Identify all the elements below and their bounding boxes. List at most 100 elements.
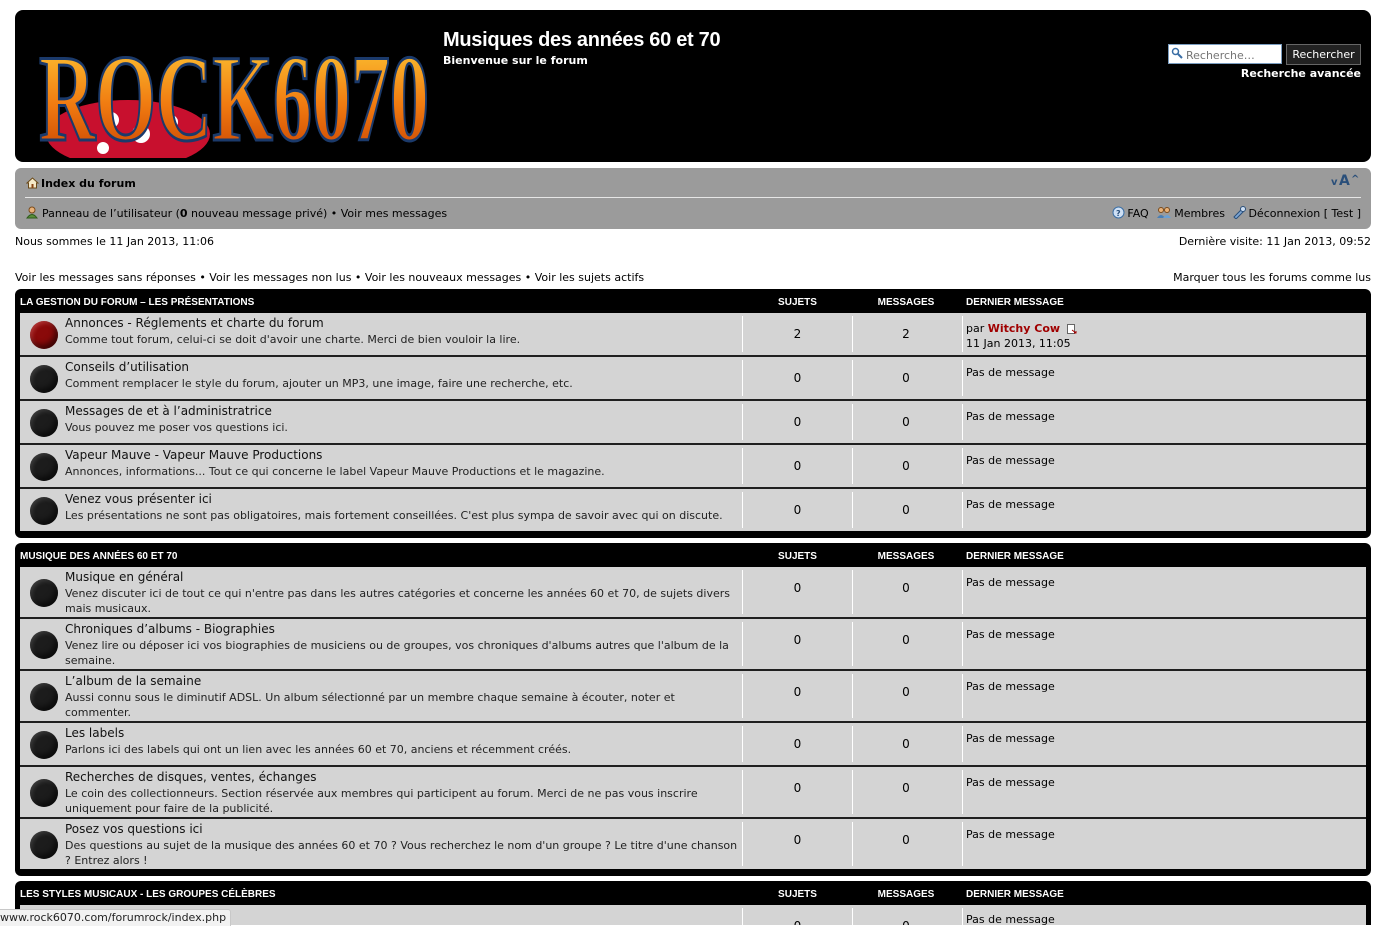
column-divider bbox=[742, 822, 743, 866]
forum-title[interactable]: Annonces - Réglements et charte du forum bbox=[65, 316, 324, 330]
svg-text:?: ? bbox=[1116, 209, 1121, 218]
search-button[interactable]: Rechercher bbox=[1286, 44, 1361, 65]
topic-count: 0 bbox=[765, 919, 830, 925]
column-divider bbox=[852, 908, 853, 925]
faq-icon: ? bbox=[1112, 206, 1125, 219]
forum-description: Aussi connu sous le diminutif ADSL. Un a… bbox=[65, 691, 675, 719]
forum-description: Venez discuter ici de tout ce qui n'entr… bbox=[65, 587, 731, 615]
column-divider bbox=[962, 674, 963, 718]
view-latest-post-icon[interactable] bbox=[1066, 324, 1077, 334]
search-input[interactable] bbox=[1168, 44, 1282, 64]
col-topics-header: SUJETS bbox=[778, 297, 817, 308]
forum-description: Venez lire ou déposer ici vos biographie… bbox=[65, 639, 729, 667]
forum-description: Vous pouvez me poser vos questions ici. bbox=[65, 421, 288, 434]
forum-row: L’album de la semaine Aussi connu sous l… bbox=[20, 671, 1366, 723]
last-post: Pas de message bbox=[966, 776, 1055, 789]
forum-list: Annonces - Réglements et charte du forum… bbox=[20, 313, 1366, 531]
forum-read-icon bbox=[30, 731, 58, 759]
post-count: 2 bbox=[902, 327, 910, 341]
post-count: 0 bbox=[902, 371, 910, 385]
topic-count: 0 bbox=[793, 633, 802, 647]
forum-title[interactable]: Venez vous présenter ici bbox=[65, 492, 212, 506]
forum-read-icon bbox=[30, 365, 58, 393]
user-panel-link[interactable]: Panneau de l’utilisateur ( bbox=[42, 207, 180, 220]
post-count: 0 bbox=[902, 415, 910, 429]
column-divider bbox=[852, 448, 853, 484]
col-last-header: DERNIER MESSAGE bbox=[966, 297, 1064, 308]
column-divider bbox=[852, 770, 853, 814]
topic-count: 0 bbox=[793, 371, 802, 385]
forum-description: Les présentations ne sont pas obligatoir… bbox=[65, 509, 723, 522]
post-count: 0 bbox=[902, 781, 910, 795]
logout-link[interactable]: Déconnexion [ Test ] bbox=[1248, 207, 1361, 220]
topic-count: 0 bbox=[793, 503, 802, 517]
forum-title[interactable]: Posez vos questions ici bbox=[65, 822, 203, 836]
forum-read-icon bbox=[30, 683, 58, 711]
pm-count: 0 bbox=[179, 207, 188, 220]
site-logo[interactable]: ROCK6070 bbox=[33, 22, 433, 158]
last-post: par Witchy Cow 11 Jan 2013, 11:05 bbox=[966, 321, 1079, 351]
members-icon bbox=[1157, 207, 1172, 218]
faq-link[interactable]: FAQ bbox=[1127, 207, 1148, 220]
forum-description: Le coin des collectionneurs. Section rés… bbox=[65, 787, 698, 815]
post-count: 0 bbox=[875, 919, 937, 925]
column-divider bbox=[852, 404, 853, 440]
search-links[interactable]: Voir les messages sans réponses • Voir l… bbox=[15, 271, 644, 284]
last-post: Pas de message bbox=[966, 410, 1055, 423]
last-post-by: par bbox=[966, 322, 988, 335]
user-panel-icon bbox=[26, 206, 38, 219]
forum-index-link[interactable]: Index du forum bbox=[41, 177, 136, 190]
category-title[interactable]: LA GESTION DU FORUM – LES PRÉSENTATIONS bbox=[20, 297, 254, 308]
forum-title[interactable]: Chroniques d’albums - Biographies bbox=[65, 622, 275, 636]
last-post: Pas de message bbox=[966, 366, 1055, 379]
last-post: Pas de message bbox=[966, 454, 1055, 467]
column-divider bbox=[962, 570, 963, 614]
forum-description: Comment remplacer le style du forum, ajo… bbox=[65, 377, 573, 390]
forum-description: Annonces, informations... Tout ce qui co… bbox=[65, 465, 605, 478]
category-box: LA GESTION DU FORUM – LES PRÉSENTATIONS … bbox=[15, 289, 1371, 538]
col-topics-header: SUJETS bbox=[778, 551, 817, 562]
column-divider bbox=[742, 908, 743, 925]
svg-text:v: v bbox=[1331, 177, 1338, 188]
last-post: Pas de message bbox=[966, 680, 1055, 693]
forum-row: Chroniques d’albums - Biographies Venez … bbox=[20, 619, 1366, 671]
category-title[interactable]: LES STYLES MUSICAUX - LES GROUPES CÉLÈBR… bbox=[20, 889, 276, 900]
navbar-actions: ? FAQ Membres Déconnexion [ Test ] bbox=[1112, 206, 1361, 220]
forum-title[interactable]: Messages de et à l’administratrice bbox=[65, 404, 272, 418]
forum-title[interactable]: Les labels bbox=[65, 726, 124, 740]
mark-forums-read-link[interactable]: Marquer tous les forums comme lus bbox=[1173, 271, 1371, 284]
category-title[interactable]: MUSIQUE DES ANNÉES 60 ET 70 bbox=[20, 551, 177, 562]
logo-text: ROCK6070 bbox=[39, 30, 429, 158]
column-divider bbox=[962, 492, 963, 528]
forum-title[interactable]: Conseils d’utilisation bbox=[65, 360, 189, 374]
forum-row: Messages de et à l’administratrice Vous … bbox=[20, 401, 1366, 445]
my-posts-link[interactable]: nouveau message privé) • Voir mes messag… bbox=[188, 207, 447, 220]
current-time: Nous sommes le 11 Jan 2013, 11:06 bbox=[15, 235, 214, 248]
home-icon bbox=[26, 177, 39, 189]
svg-text:A: A bbox=[1339, 173, 1350, 188]
forum-title[interactable]: Recherches de disques, ventes, échanges bbox=[65, 770, 316, 784]
navbar: Index du forum v A ^ Panneau de l’utilis… bbox=[15, 168, 1371, 229]
forum-title[interactable]: L’album de la semaine bbox=[65, 674, 201, 688]
column-divider bbox=[962, 908, 963, 925]
advanced-search-link[interactable]: Recherche avancée bbox=[1241, 67, 1361, 80]
column-divider bbox=[852, 316, 853, 352]
forum-title[interactable]: Musique en général bbox=[65, 570, 183, 584]
forum-read-icon bbox=[30, 453, 58, 481]
category-header: MUSIQUE DES ANNÉES 60 ET 70 SUJETS MESSA… bbox=[15, 543, 1371, 567]
column-divider bbox=[742, 448, 743, 484]
last-visit: Dernière visite: 11 Jan 2013, 09:52 bbox=[1178, 235, 1371, 248]
column-divider bbox=[962, 360, 963, 396]
members-link[interactable]: Membres bbox=[1174, 207, 1225, 220]
last-post-author[interactable]: Witchy Cow bbox=[988, 322, 1060, 335]
forum-title[interactable]: Vapeur Mauve - Vapeur Mauve Productions bbox=[65, 448, 322, 462]
topic-count: 0 bbox=[793, 781, 802, 795]
column-divider bbox=[852, 622, 853, 666]
column-divider bbox=[742, 770, 743, 814]
forum-read-icon bbox=[30, 779, 58, 807]
font-resize-icon[interactable]: v A ^ bbox=[1331, 172, 1361, 188]
forum-row: Les labels Parlons ici des labels qui on… bbox=[20, 723, 1366, 767]
forum-row: Annonces - Réglements et charte du forum… bbox=[20, 313, 1366, 357]
forum-row: Posez vos questions ici Des questions au… bbox=[20, 819, 1366, 869]
post-count: 0 bbox=[902, 833, 910, 847]
